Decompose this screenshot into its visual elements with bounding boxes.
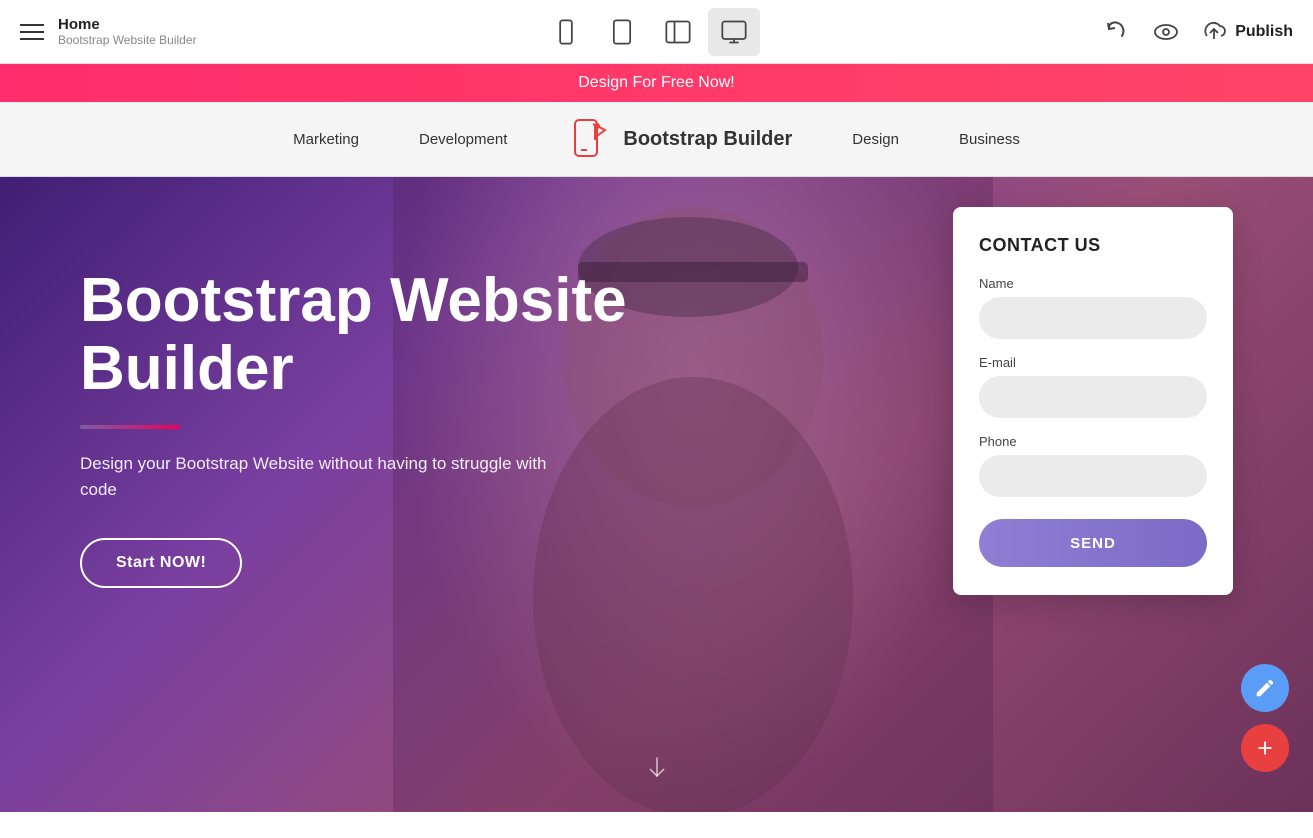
brand-logo: Bootstrap Builder	[567, 116, 792, 162]
mobile-icon	[552, 18, 580, 46]
brand-name: Bootstrap Builder	[623, 128, 792, 151]
top-bar-right: Publish	[1103, 17, 1293, 47]
contact-phone-label: Phone	[979, 434, 1207, 449]
page-subtitle: Bootstrap Website Builder	[58, 33, 197, 47]
hero-content: Bootstrap Website Builder Design your Bo…	[80, 267, 760, 588]
contact-phone-input[interactable]	[979, 455, 1207, 497]
contact-phone-field: Phone	[979, 434, 1207, 497]
promo-bar[interactable]: Design For Free Now!	[0, 64, 1313, 102]
top-bar-title: Home Bootstrap Website Builder	[58, 16, 197, 47]
nav-item-business[interactable]: Business	[959, 131, 1020, 148]
tablet-view-button[interactable]	[596, 8, 648, 56]
undo-icon	[1103, 18, 1131, 46]
nav-item-design[interactable]: Design	[852, 131, 899, 148]
eye-icon	[1151, 17, 1181, 47]
desktop-view-button[interactable]	[708, 8, 760, 56]
edit-fab-button[interactable]	[1241, 664, 1289, 712]
desktop-icon	[720, 18, 748, 46]
add-fab-button[interactable]	[1241, 724, 1289, 772]
device-selector	[540, 8, 760, 56]
nav-bar: Marketing Development Bootstrap Builder …	[0, 102, 1313, 177]
hero-divider	[80, 425, 180, 429]
mobile-view-button[interactable]	[540, 8, 592, 56]
scroll-down[interactable]	[643, 754, 671, 782]
top-bar-left: Home Bootstrap Website Builder	[20, 16, 197, 47]
nav-item-development[interactable]: Development	[419, 131, 507, 148]
contact-name-label: Name	[979, 276, 1207, 291]
hero-section: Bootstrap Website Builder Design your Bo…	[0, 177, 1313, 812]
hero-title: Bootstrap Website Builder	[80, 267, 760, 403]
hero-cta-button[interactable]: Start NOW!	[80, 538, 242, 588]
hero-subtitle: Design your Bootstrap Website without ha…	[80, 451, 560, 502]
promo-text: Design For Free Now!	[578, 74, 735, 91]
tablet-icon	[608, 18, 636, 46]
brand-logo-icon	[567, 116, 613, 162]
fab-area	[1241, 664, 1289, 772]
page-title: Home	[58, 16, 197, 33]
contact-title: CONTACT US	[979, 235, 1207, 256]
send-button[interactable]: SEND	[979, 519, 1207, 567]
contact-email-input[interactable]	[979, 376, 1207, 418]
split-view-button[interactable]	[652, 8, 704, 56]
contact-name-input[interactable]	[979, 297, 1207, 339]
top-bar: Home Bootstrap Website Builder	[0, 0, 1313, 64]
plus-icon	[1254, 737, 1276, 759]
contact-name-field: Name	[979, 276, 1207, 339]
publish-button[interactable]: Publish	[1201, 19, 1293, 45]
contact-email-label: E-mail	[979, 355, 1207, 370]
undo-button[interactable]	[1103, 18, 1131, 46]
scroll-down-icon	[643, 754, 671, 782]
nav-item-marketing[interactable]: Marketing	[293, 131, 359, 148]
hamburger-menu-icon[interactable]	[20, 24, 44, 40]
split-view-icon	[664, 18, 692, 46]
contact-card: CONTACT US Name E-mail Phone SEND	[953, 207, 1233, 595]
contact-email-field: E-mail	[979, 355, 1207, 418]
pencil-icon	[1254, 677, 1276, 699]
upload-cloud-icon	[1201, 19, 1227, 45]
preview-button[interactable]	[1151, 17, 1181, 47]
